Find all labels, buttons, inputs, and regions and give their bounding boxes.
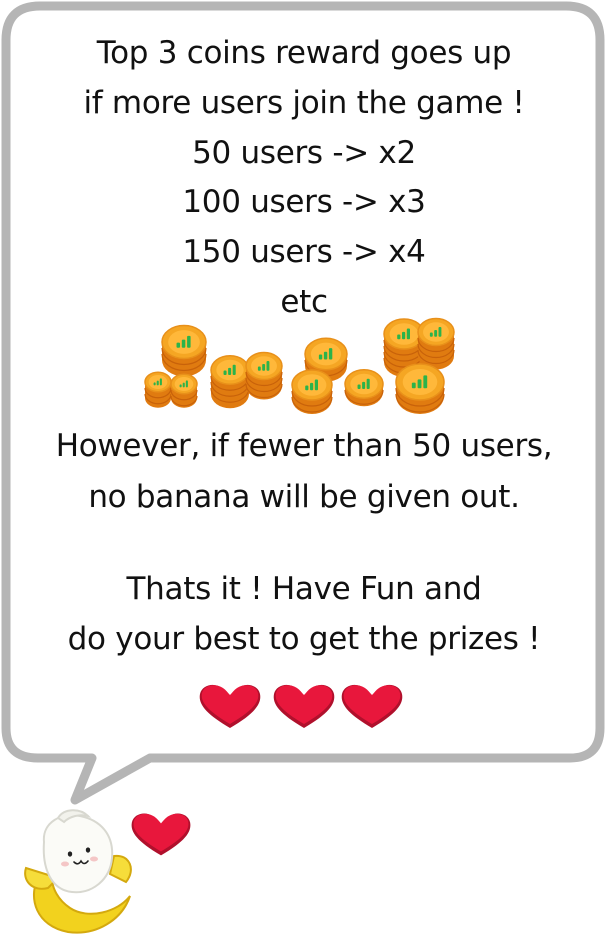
heart-icon — [199, 684, 261, 728]
text-line-8: no banana will be given out. — [88, 479, 520, 515]
text-line-5: 150 users -> x4 — [182, 234, 426, 270]
banana-mascot-icon — [24, 809, 132, 934]
text-line-10: do your best to get the prizes ! — [67, 621, 541, 657]
heart-icon — [341, 684, 403, 728]
text-line-2: if more users join the game ! — [83, 85, 525, 121]
text-line-7: However, if fewer than 50 users, — [55, 428, 553, 464]
text-line-6: etc — [280, 284, 328, 320]
heart-icon — [273, 684, 335, 728]
text-line-1: Top 3 coins reward goes up — [96, 35, 512, 71]
text-line-3: 50 users -> x2 — [192, 135, 416, 171]
text-line-9: Thats it ! Have Fun and — [126, 571, 482, 607]
text-line-4: 100 users -> x3 — [182, 184, 426, 220]
